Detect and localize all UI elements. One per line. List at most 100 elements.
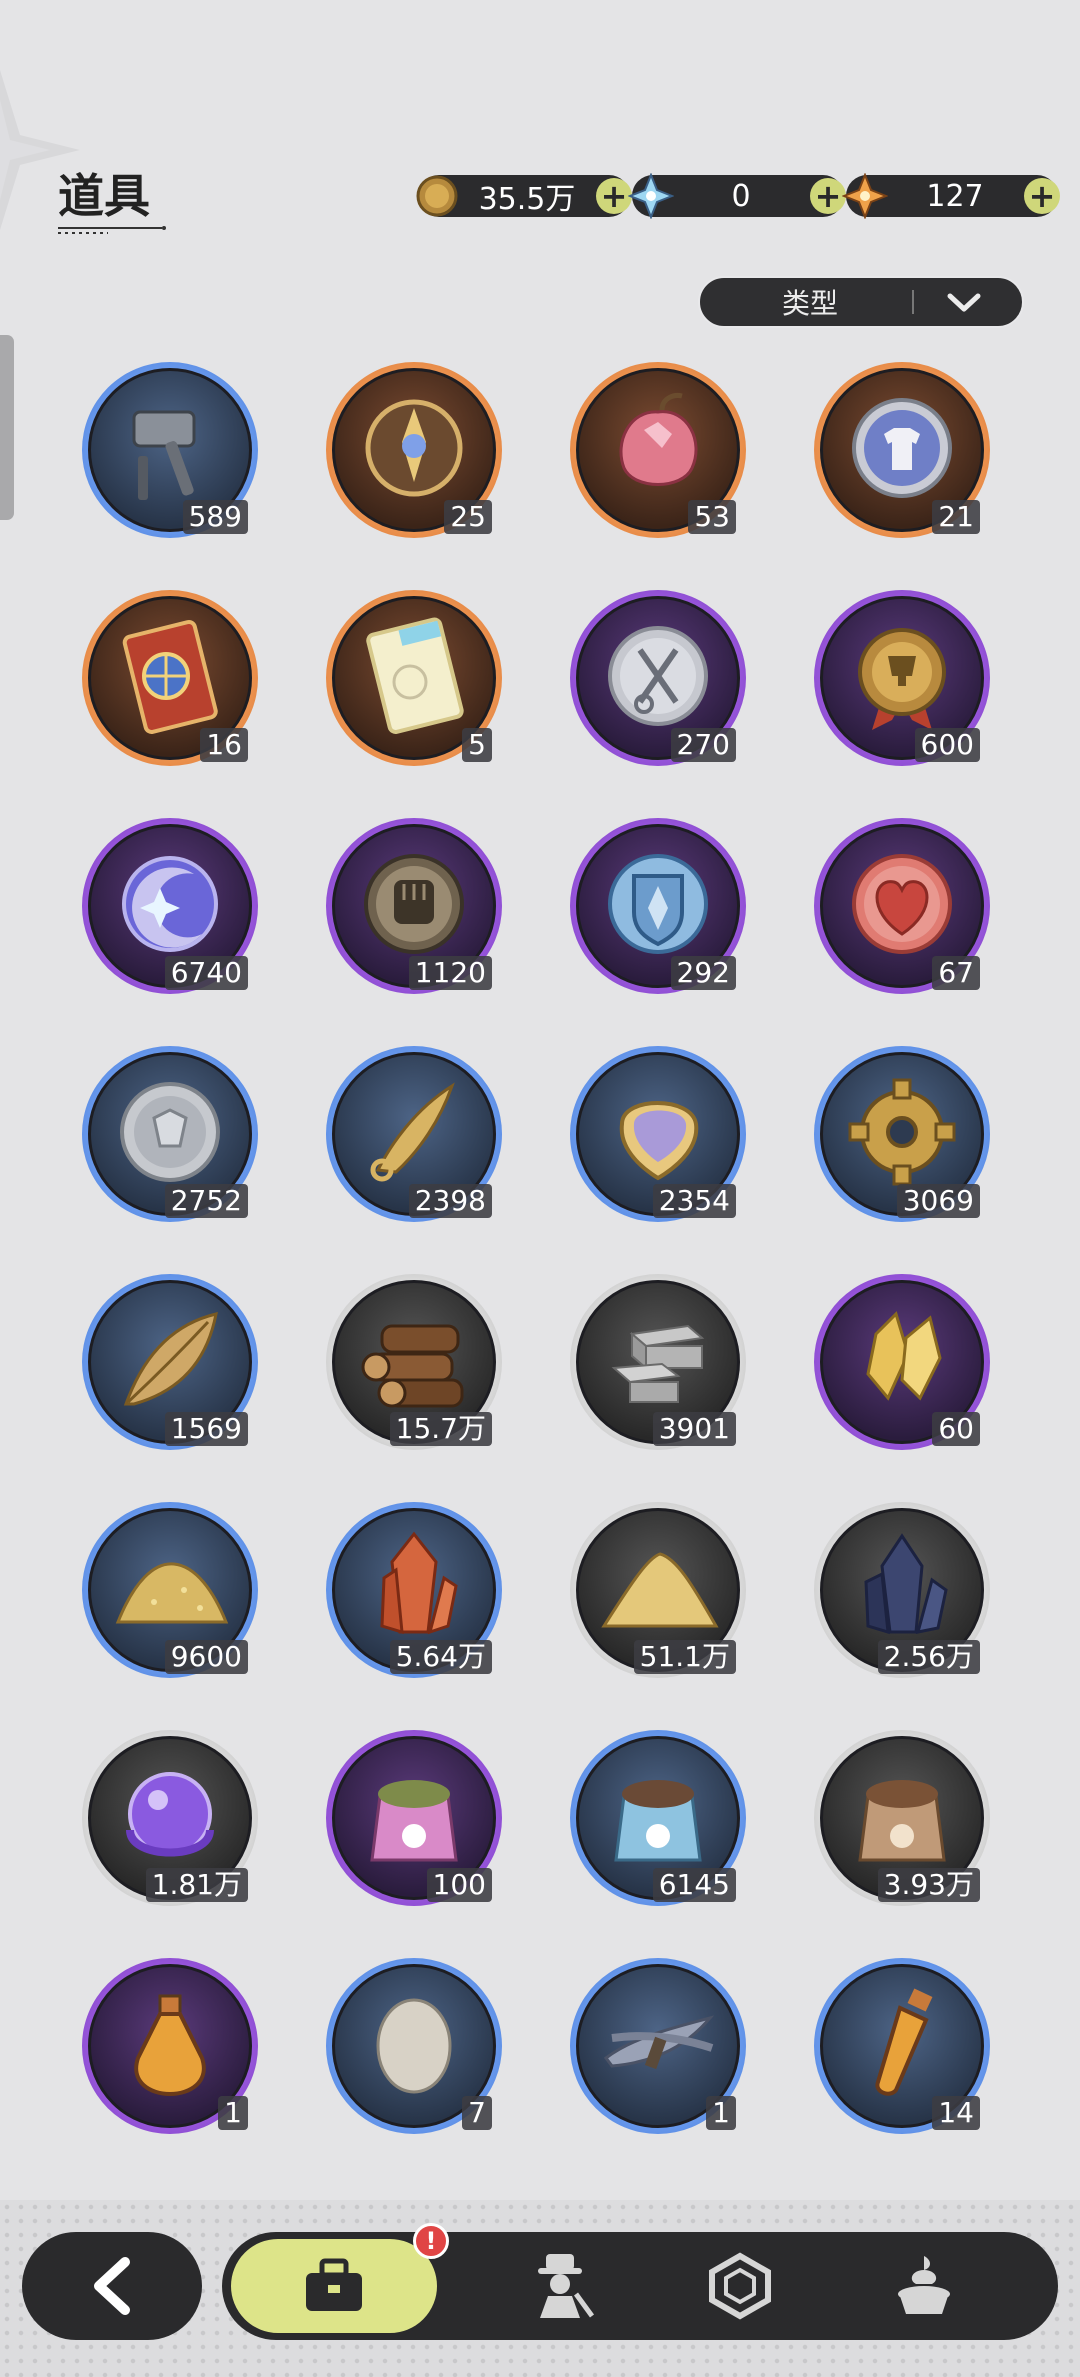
rainbow-ticket-icon [366, 617, 464, 734]
inventory-item[interactable]: 3901 [570, 1274, 746, 1450]
back-arrow-icon [94, 2257, 130, 2315]
page-title: 道具 [58, 169, 150, 223]
bag-icon [306, 2258, 362, 2311]
item-count: 6740 [164, 956, 248, 990]
inventory-item[interactable]: 3069 [814, 1046, 990, 1222]
inventory-item[interactable]: 1569 [82, 1274, 258, 1450]
item-count: 2752 [164, 1184, 248, 1218]
crystal-fruit-icon [619, 393, 698, 486]
fang-icon [370, 1082, 455, 1182]
inventory-item[interactable]: 1120 [326, 818, 502, 994]
fist-coin-icon [364, 854, 464, 954]
item-count: 7 [462, 2096, 492, 2130]
dark-crystal-icon [864, 1533, 948, 1635]
shield-coin-icon [608, 854, 708, 954]
crystal-star-icon [628, 173, 674, 219]
inventory-item[interactable]: 6740 [82, 818, 258, 994]
tab-dessert[interactable] [834, 2232, 1014, 2340]
egg-icon [376, 1998, 452, 2094]
inventory-item[interactable]: 5.64万 [326, 1502, 502, 1678]
inventory-item[interactable]: 15.7万 [326, 1274, 502, 1450]
add-gold-button[interactable]: + [596, 178, 632, 214]
wheel-ticket-icon [122, 619, 218, 734]
feather-bundle-icon [603, 2015, 715, 2070]
inventory-item[interactable]: 270 [570, 590, 746, 766]
type-filter-label: 类型 [781, 287, 838, 320]
item-count: 1120 [408, 956, 492, 990]
crystal-value: 0 [731, 178, 751, 214]
inventory-item[interactable]: 14 [814, 1958, 990, 2134]
inventory-item[interactable]: 1.81万 [82, 1730, 258, 1906]
gold-dust-pile-icon [115, 1562, 229, 1624]
item-count: 15.7万 [389, 1412, 492, 1446]
inventory-item[interactable]: 67 [814, 818, 990, 994]
inventory-item[interactable]: 1 [82, 1958, 258, 2134]
item-count: 2354 [652, 1184, 736, 1218]
vial-icon [875, 1988, 933, 2096]
scale-icon [619, 1101, 699, 1181]
currency-star: 127 + [842, 173, 1060, 219]
inventory-item[interactable]: 2.56万 [814, 1502, 990, 1678]
gold-crystal-icon [866, 1311, 942, 1401]
item-count: 100 [426, 1868, 492, 1902]
item-count: 2398 [408, 1184, 492, 1218]
inventory-item[interactable]: 7 [326, 1958, 502, 2134]
inventory-item[interactable]: 600 [814, 590, 990, 766]
add-star-button[interactable]: + [1024, 178, 1060, 214]
inventory-item[interactable]: 6145 [570, 1730, 746, 1906]
sand-pile-icon [601, 1552, 719, 1628]
inventory-item[interactable]: 51.1万 [570, 1502, 746, 1678]
purple-orb-icon [126, 1772, 214, 1857]
inventory-item[interactable]: 60 [814, 1274, 990, 1450]
inventory-item[interactable]: 21 [814, 362, 990, 538]
tab-bag[interactable]: ! [228, 2223, 449, 2336]
item-count: 67 [932, 956, 980, 990]
potion-bottle-icon [134, 1994, 206, 2097]
outfit-coin-icon [852, 398, 952, 498]
item-count: 3901 [652, 1412, 736, 1446]
item-count: 16 [200, 728, 248, 762]
inventory-item[interactable]: 3.93万 [814, 1730, 990, 1906]
inventory-item[interactable]: 9600 [82, 1502, 258, 1678]
inventory-item[interactable]: 53 [570, 362, 746, 538]
inventory-item[interactable]: 100 [326, 1730, 502, 1906]
item-count: 270 [670, 728, 736, 762]
item-count: 6145 [652, 1868, 736, 1902]
inventory-item[interactable]: 2398 [326, 1046, 502, 1222]
currency-crystal: 0 + [628, 173, 846, 219]
item-count: 3.93万 [877, 1868, 980, 1902]
tab-character[interactable] [470, 2232, 650, 2340]
type-filter-dropdown[interactable]: 类型 [698, 276, 1024, 328]
item-count: 2.56万 [877, 1640, 980, 1674]
item-count: 589 [182, 500, 248, 534]
inventory-item[interactable]: 2752 [82, 1046, 258, 1222]
inventory-item[interactable]: 589 [82, 362, 258, 538]
title-underline [58, 226, 166, 234]
inventory-item[interactable]: 16 [82, 590, 258, 766]
logs-icon [361, 1324, 464, 1408]
inventory-item[interactable]: 25 [326, 362, 502, 538]
inventory-item[interactable]: 292 [570, 818, 746, 994]
trophy-medal-icon [858, 628, 946, 730]
silver-coin-icon [120, 1082, 220, 1182]
back-button[interactable] [22, 2232, 202, 2340]
item-count: 1 [706, 2096, 736, 2130]
brown-food-bag-icon [858, 1780, 946, 1862]
tab-gem[interactable] [650, 2232, 830, 2340]
gold-value: 35.5万 [478, 182, 576, 217]
item-count: 1569 [164, 1412, 248, 1446]
pink-food-bag-icon [370, 1780, 458, 1862]
gear-icon [848, 1078, 956, 1186]
item-count: 600 [914, 728, 980, 762]
notification-badge: ! [413, 2223, 449, 2259]
add-crystal-button[interactable]: + [810, 178, 846, 214]
inventory-item[interactable]: 2354 [570, 1046, 746, 1222]
item-count: 3069 [896, 1184, 980, 1218]
item-count: 53 [688, 500, 736, 534]
item-count: 9600 [164, 1640, 248, 1674]
red-crystal-icon [380, 1531, 458, 1635]
item-count: 1.81万 [145, 1868, 248, 1902]
inventory-item[interactable]: 1 [570, 1958, 746, 2134]
inventory-item[interactable]: 5 [326, 590, 502, 766]
currency-gold: 35.5万 + [416, 175, 632, 217]
